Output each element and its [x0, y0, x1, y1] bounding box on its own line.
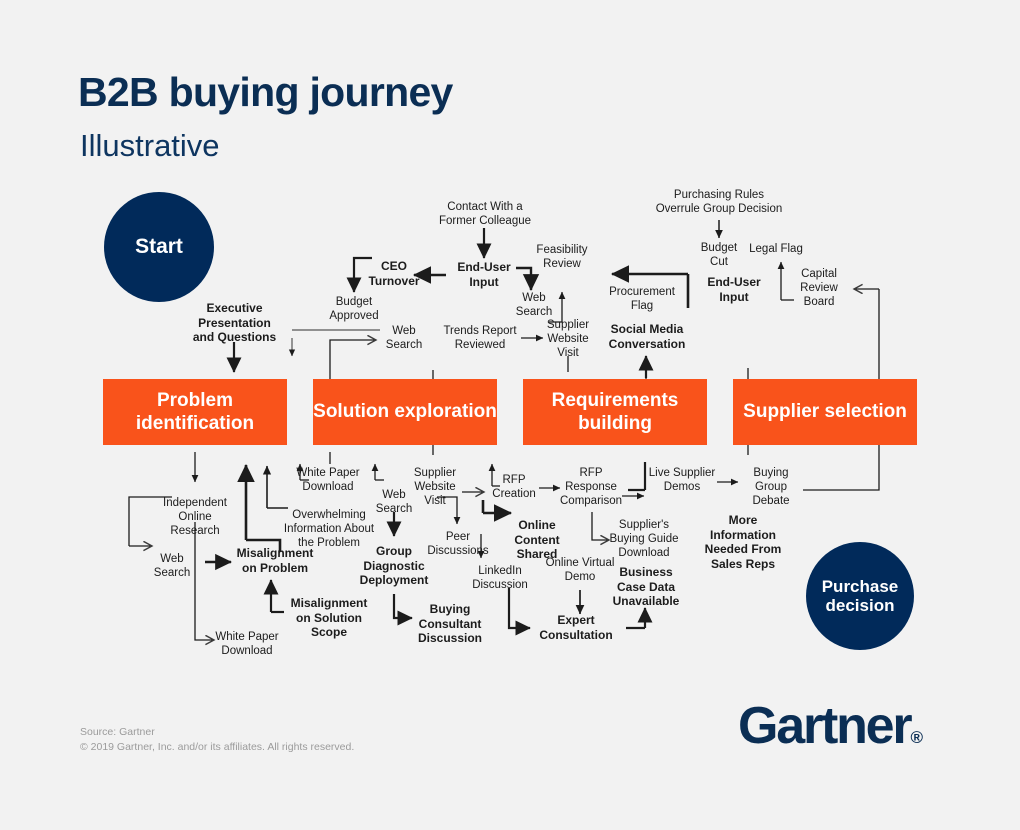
- node-capital-review-board: Capital Review Board: [800, 268, 838, 309]
- purchase-decision-circle: Purchase decision: [806, 542, 914, 650]
- node-budget-approved: Budget Approved: [329, 296, 379, 323]
- node-purchasing-rules-overrule-group-decision: Purchasing Rules Overrule Group Decision: [655, 189, 783, 216]
- node-misalignment-on-problem: Misalignment on Problem: [236, 546, 314, 575]
- node-linkedin-discussion: LinkedIn Discussion: [472, 565, 528, 592]
- node-supplier-website-visit-below: Supplier Website Visit: [413, 467, 457, 508]
- node-business-case-data-unavailable: Business Case Data Unavailable: [612, 565, 680, 609]
- node-more-information-needed-from-sales-reps: More Information Needed From Sales Reps: [704, 513, 782, 571]
- node-independent-online-research: Independent Online Research: [163, 497, 227, 538]
- node-executive-presentation-and-questions: Executive Presentation and Questions: [192, 301, 277, 345]
- stage-box-requirements-building[interactable]: Requirements building: [523, 379, 707, 445]
- node-end-user-input-1: End-User Input: [457, 260, 511, 289]
- start-circle: Start: [104, 192, 214, 302]
- node-social-media-conversation: Social Media Conversation: [608, 322, 686, 351]
- node-buying-group-debate: Buying Group Debate: [752, 467, 790, 508]
- node-web-search-above-1: Web Search: [385, 325, 423, 352]
- node-live-supplier-demos: Live Supplier Demos: [648, 467, 716, 494]
- node-procurement-flag: Procurement Flag: [609, 286, 675, 313]
- registered-mark: ®: [910, 728, 923, 747]
- page-subtitle: Illustrative: [80, 128, 220, 163]
- node-contact-with-a-former-colleague: Contact With a Former Colleague: [438, 201, 532, 228]
- node-peer-discussions: Peer Discussions: [427, 531, 489, 558]
- node-web-search-below-1: Web Search: [153, 553, 191, 580]
- node-white-paper-download-1: White Paper Download: [296, 467, 360, 494]
- node-budget-cut: Budget Cut: [700, 242, 738, 269]
- node-group-diagnostic-deployment: Group Diagnostic Deployment: [359, 544, 429, 588]
- node-feasibility-review: Feasibility Review: [536, 244, 588, 271]
- node-trends-report-reviewed: Trends Report Reviewed: [443, 325, 517, 352]
- source-note: Source: Gartner © 2019 Gartner, Inc. and…: [80, 726, 355, 754]
- gartner-logo-text: Gartner: [738, 697, 913, 755]
- node-rfp-creation: RFP Creation: [492, 474, 536, 501]
- node-white-paper-download-2: White Paper Download: [215, 631, 279, 658]
- node-ceo-turnover: CEO Turnover: [368, 259, 420, 288]
- node-buying-consultant-discussion: Buying Consultant Discussion: [417, 602, 483, 646]
- node-end-user-input-2: End-User Input: [707, 275, 761, 304]
- node-expert-consultation: Expert Consultation: [539, 613, 613, 642]
- node-supplier-website-visit-above: Supplier Website Visit: [546, 319, 590, 360]
- node-misalignment-on-solution-scope: Misalignment on Solution Scope: [290, 596, 368, 640]
- stage-box-supplier-selection[interactable]: Supplier selection: [733, 379, 917, 445]
- stage-box-problem-identification[interactable]: Problem identification: [103, 379, 287, 445]
- node-rfp-response-comparison: RFP Response Comparison: [560, 467, 622, 508]
- node-web-search-above-2: Web Search: [515, 292, 553, 319]
- infographic-canvas: B2B buying journey Illustrative Start Pu…: [0, 0, 1020, 830]
- page-title: B2B buying journey: [78, 69, 453, 115]
- node-legal-flag: Legal Flag: [749, 243, 803, 255]
- node-suppliers-buying-guide-download: Supplier's Buying Guide Download: [609, 519, 679, 560]
- gartner-logo: Gartner®: [738, 700, 923, 752]
- stage-box-solution-exploration[interactable]: Solution exploration: [313, 379, 497, 445]
